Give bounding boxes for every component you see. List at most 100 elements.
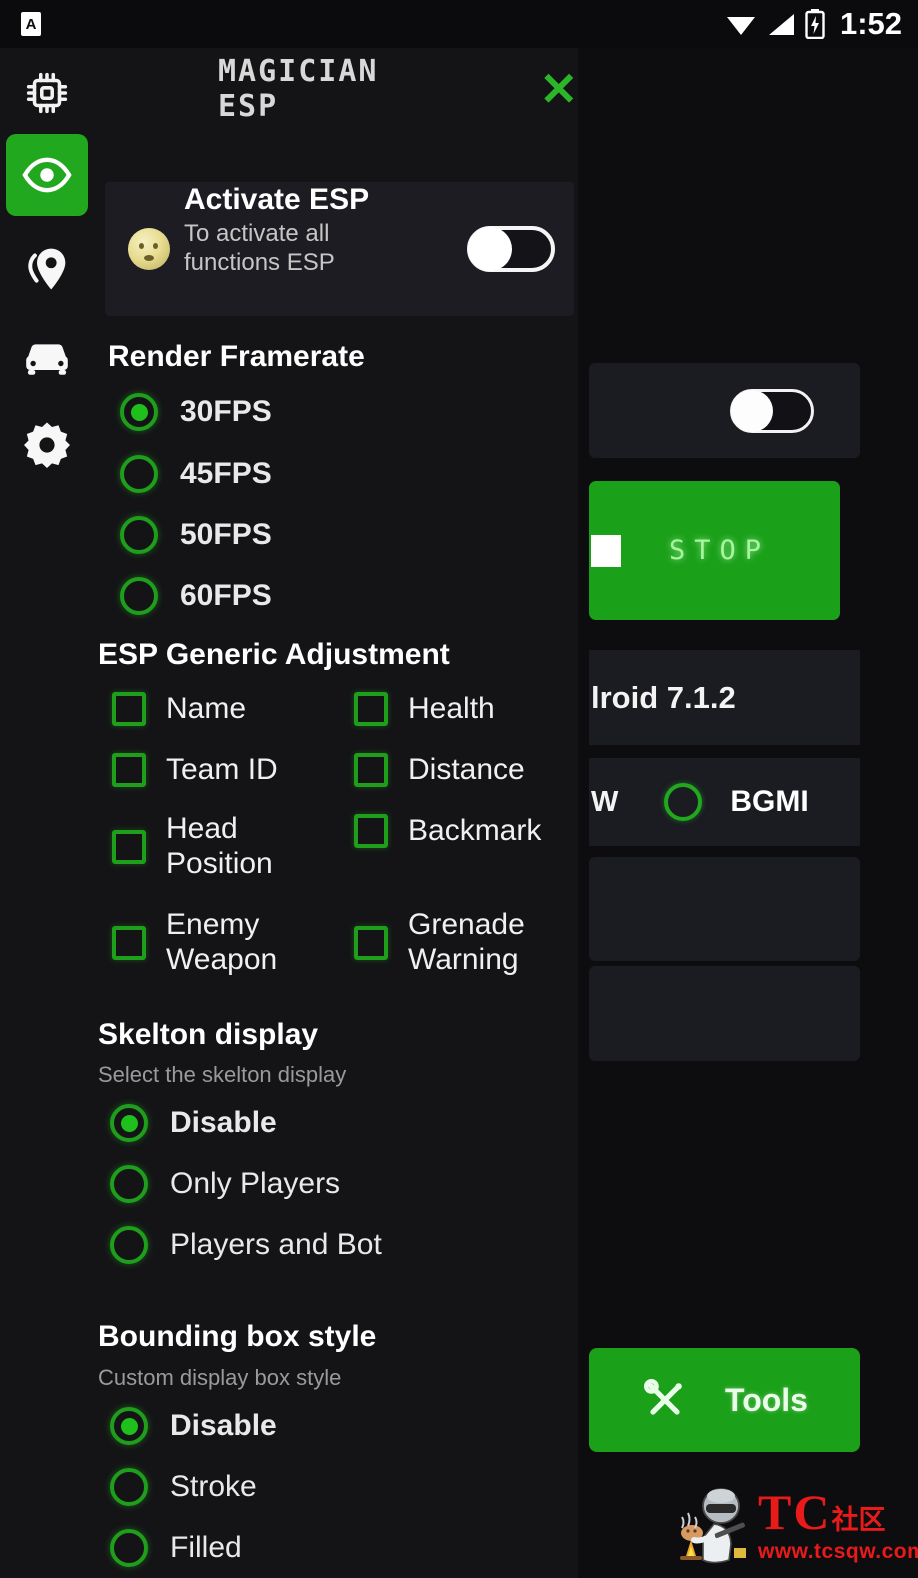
radio-icon (110, 1226, 148, 1264)
esp-content: Activate ESP To activate all functions E… (96, 130, 578, 1578)
location-pin-icon (28, 248, 66, 290)
bg-toggle-switch[interactable] (730, 388, 814, 433)
stop-button-label: STOP (669, 535, 771, 566)
bg-empty-card-1 (589, 857, 860, 961)
skelton-option-only-players[interactable]: Only Players (110, 1165, 340, 1203)
framerate-option-50fps[interactable]: 50FPS (120, 516, 272, 554)
framerate-option-label: 50FPS (180, 518, 272, 551)
activate-esp-toggle-knob (468, 227, 512, 271)
status-bar: A 1:52 (0, 0, 918, 48)
framerate-option-label: 30FPS (180, 395, 272, 428)
esp-check-label: Distance (408, 753, 525, 786)
sidebar-item-radar[interactable] (6, 228, 88, 310)
esp-check-label: Backmark (408, 814, 542, 847)
esp-check-grenade-warning[interactable]: Grenade Warning (354, 908, 578, 978)
tools-button-label: Tools (725, 1381, 808, 1418)
stop-square-icon (591, 534, 621, 567)
bounding-box-option-label: Disable (170, 1409, 277, 1442)
checkbox-icon (112, 829, 146, 864)
bounding-box-option-disable[interactable]: Disable (110, 1407, 277, 1445)
checkbox-icon (112, 692, 146, 727)
watermark-brand-c: C (793, 1483, 829, 1540)
bgmi-label: BGMI (730, 785, 809, 818)
bounding-box-option-filled[interactable]: Filled (110, 1529, 242, 1567)
car-icon (26, 344, 68, 375)
sidebar (0, 48, 96, 1578)
watermark-url: www.tcsqw.com (758, 1539, 918, 1563)
activate-esp-title: Activate ESP (184, 183, 370, 217)
checkbox-icon (354, 753, 388, 788)
render-framerate-title: Render Framerate (108, 340, 365, 373)
skelton-option-label: Only Players (170, 1167, 341, 1200)
sidebar-item-esp[interactable] (6, 134, 88, 216)
framerate-option-45fps[interactable]: 45FPS (120, 455, 272, 493)
esp-check-name[interactable]: Name (112, 692, 246, 727)
pubg-mascot-icon (668, 1478, 754, 1570)
tools-wrench-icon (644, 1378, 682, 1415)
stop-button[interactable]: STOP (589, 481, 840, 620)
esp-check-label: Enemy Weapon (166, 908, 278, 976)
close-icon[interactable]: ✕ (539, 66, 578, 112)
gear-icon (24, 422, 70, 468)
skelton-option-label: Disable (170, 1106, 277, 1139)
radio-icon (110, 1165, 148, 1203)
chip-icon (26, 72, 68, 114)
activate-esp-subtitle: To activate all functions ESP (184, 220, 335, 276)
skelton-option-label: Players and Bot (170, 1228, 382, 1261)
battery-charging-icon (805, 9, 825, 39)
sidebar-item-settings[interactable] (6, 404, 88, 486)
tools-button[interactable]: Tools (589, 1348, 860, 1452)
esp-check-distance[interactable]: Distance (354, 753, 525, 788)
esp-check-health[interactable]: Health (354, 692, 495, 727)
bgmi-radio[interactable] (664, 783, 703, 821)
esp-generic-title: ESP Generic Adjustment (98, 638, 450, 671)
status-clock: 1:52 (839, 6, 902, 41)
checkbox-icon (112, 925, 146, 960)
android-version-row: lroid 7.1.2 (589, 650, 860, 745)
bounding-box-option-label: Stroke (170, 1470, 257, 1503)
esp-check-team-id[interactable]: Team ID (112, 753, 278, 788)
activate-esp-card[interactable]: Activate ESP To activate all functions E… (105, 182, 574, 316)
radio-icon (110, 1407, 148, 1445)
bounding-box-title: Bounding box style (98, 1320, 377, 1353)
bounding-box-option-label: Filled (170, 1531, 242, 1564)
sidebar-item-vehicles[interactable] (6, 316, 88, 398)
framerate-option-60fps[interactable]: 60FPS (120, 577, 272, 615)
esp-overlay-panel: MAGICIAN ESP ✕ Activate ESP To activate … (0, 48, 578, 1578)
checkbox-icon (354, 925, 388, 960)
activate-esp-toggle[interactable] (467, 226, 555, 272)
bounding-box-option-stroke[interactable]: Stroke (110, 1468, 257, 1506)
esp-check-backmark[interactable]: Backmark (354, 814, 541, 849)
watermark-brand-cn: 社区 (831, 1504, 886, 1535)
cellular-signal-icon (768, 14, 794, 35)
esp-check-enemy-weapon[interactable]: Enemy Weapon (112, 908, 337, 978)
game-select-row: W BGMI (589, 758, 860, 846)
framerate-option-30fps[interactable]: 30FPS (120, 393, 272, 431)
watermark-brand-t: T (758, 1483, 791, 1540)
sidebar-item-processor[interactable] (6, 52, 88, 134)
wifi-icon (726, 17, 755, 35)
esp-check-label: Health (408, 692, 495, 725)
radio-icon (110, 1529, 148, 1567)
skelton-option-players-and-bot[interactable]: Players and Bot (110, 1226, 382, 1264)
checkbox-icon (354, 692, 388, 727)
skelton-display-subtitle: Select the skelton display (98, 1062, 347, 1087)
esp-check-head-position[interactable]: Head Position (112, 812, 337, 882)
eye-icon (22, 157, 72, 193)
radio-icon (120, 455, 158, 493)
esp-check-label: Team ID (166, 753, 278, 786)
partial-game-label: W (591, 785, 619, 818)
face-emoji-icon (128, 228, 170, 270)
svg-text:A: A (26, 16, 37, 33)
esp-check-label: Grenade Warning (408, 908, 525, 976)
skelton-option-disable[interactable]: Disable (110, 1104, 277, 1142)
skelton-display-title: Skelton display (98, 1018, 319, 1051)
app-notification-icon: A (21, 12, 41, 36)
bg-empty-card-2 (589, 966, 860, 1061)
checkbox-icon (112, 753, 146, 788)
bg-toggle-knob (731, 389, 773, 432)
checkbox-icon (354, 814, 388, 849)
esp-check-label: Name (166, 692, 247, 725)
esp-check-label: Head Position (166, 812, 273, 880)
radio-icon (120, 577, 158, 615)
